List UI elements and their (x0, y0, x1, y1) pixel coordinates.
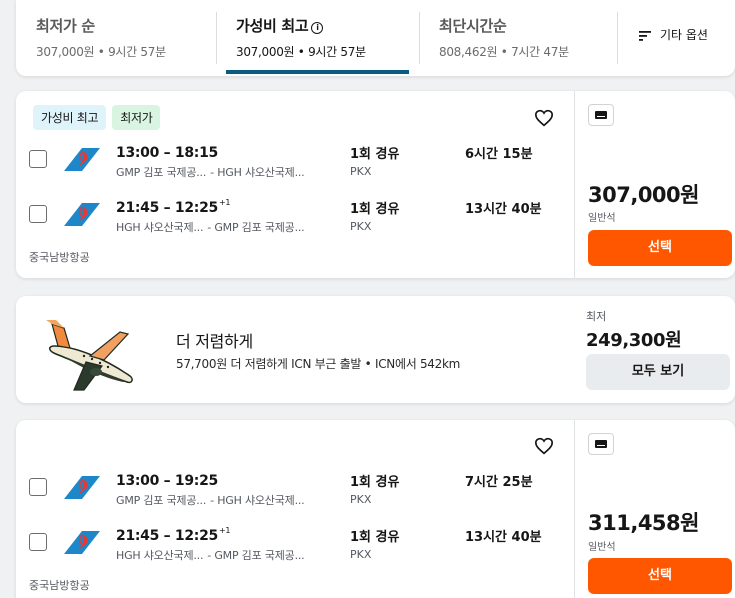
leg-duration: 6시간 15분 (465, 147, 533, 162)
flight-leg-return: 21:45 – 12:25+1 HGH 샤오산국제... - GMP 김포 국제공… (16, 196, 574, 246)
flight-leg-outbound: 13:00 – 18:15 GMP 김포 국제공... - HGH 샤오산국제..… (16, 141, 574, 191)
leg-via: PKX (350, 493, 372, 506)
see-all-button[interactable]: 모두 보기 (586, 354, 730, 390)
sort-tab-label: 최저가 순 (36, 17, 95, 35)
leg-time-range: 13:00 – 18:15 (116, 145, 218, 161)
destination-airport: - HGH 샤오산국제... (210, 166, 305, 179)
flight-leg-return: 21:45 – 12:25+1 HGH 샤오산국제... - GMP 김포 국제공… (16, 524, 574, 574)
more-options-button[interactable]: 기타 옵션 (638, 26, 708, 46)
sort-tab-summary: 808,462원 • 7시간 47분 (439, 43, 617, 60)
lowest-label: 최저 (586, 310, 607, 323)
sort-tab-summary: 307,000원 • 9시간 57분 (36, 43, 216, 60)
select-button[interactable]: 선택 (588, 558, 732, 594)
result-card[interactable]: 가성비 최고 최저가 13:00 – 18:15 GMP 김포 국제공... - H… (16, 91, 735, 278)
sort-bar: 최저가 순 307,000원 • 9시간 57분 가성비 최고 i 307,000… (16, 0, 735, 76)
airplane-illustration-icon (46, 320, 133, 391)
leg-airports: GMP 김포 국제공... - HGH 샤오산국제... (116, 164, 305, 180)
leg-times: 21:45 – 12:25+1 (116, 198, 230, 216)
cheaper-nearby-card[interactable]: 더 저렴하게 57,700원 더 저렴하게 ICN 부근 출발 • ICN에서 … (16, 296, 735, 403)
leg-time-range: 21:45 – 12:25 (116, 528, 218, 544)
select-button[interactable]: 선택 (588, 230, 732, 266)
cabin-class: 일반석 (588, 542, 616, 553)
divider (617, 12, 618, 64)
destination-airport: - HGH 샤오산국제... (210, 494, 305, 507)
price-tag-icon (588, 104, 614, 126)
sort-lines-icon (639, 31, 651, 41)
more-options-label: 기타 옵션 (660, 28, 708, 42)
destination-airport: - GMP 김포 국제공... (207, 221, 305, 234)
leg-via: PKX (350, 548, 372, 561)
leg-duration: 7시간 25분 (465, 475, 533, 490)
day-offset: +1 (218, 198, 231, 207)
leg-via: PKX (350, 165, 372, 178)
leg-duration: 13시간 40분 (465, 530, 542, 545)
airline-name: 중국남방항공 (29, 579, 90, 592)
heart-icon[interactable] (534, 109, 554, 127)
origin-airport: HGH 샤오산국제... (116, 221, 204, 234)
leg-airports: HGH 샤오산국제... - GMP 김포 국제공... (116, 219, 305, 235)
flight-leg-outbound: 13:00 – 19:25 GMP 김포 국제공... - HGH 샤오산국제..… (16, 469, 574, 519)
origin-airport: HGH 샤오산국제... (116, 549, 204, 562)
active-tab-indicator (226, 70, 409, 74)
badge-group: 가성비 최고 최저가 (33, 105, 166, 130)
lowest-price: 249,300원 (586, 330, 682, 351)
sort-tab-duration: 9시간 57분 (108, 45, 166, 59)
leg-time-range: 21:45 – 12:25 (116, 200, 218, 216)
leg-via: PKX (350, 220, 372, 233)
leg-stops: 1회 경유 (350, 475, 400, 490)
leg-airports: HGH 샤오산국제... - GMP 김포 국제공... (116, 547, 305, 563)
separator-dot: • (97, 45, 105, 59)
promo-subtitle: 57,700원 더 저렴하게 ICN 부근 출발 • ICN에서 542km (176, 357, 460, 371)
heart-icon[interactable] (534, 437, 554, 455)
price-panel: 307,000원 일반석 선택 (574, 91, 735, 278)
sort-tab-cheapest[interactable]: 최저가 순 307,000원 • 9시간 57분 (16, 0, 216, 76)
price-tag-icon (588, 433, 614, 455)
badge-best-value: 가성비 최고 (33, 105, 107, 130)
china-southern-logo-icon (64, 203, 100, 226)
leg-checkbox[interactable] (29, 205, 47, 223)
price: 311,458원 (588, 511, 699, 535)
price: 307,000원 (588, 183, 699, 207)
destination-airport: - GMP 김포 국제공... (207, 549, 305, 562)
sort-tab-duration: 7시간 47분 (511, 45, 569, 59)
leg-checkbox[interactable] (29, 478, 47, 496)
sort-tab-summary: 307,000원 • 9시간 57분 (236, 43, 419, 60)
sort-tab-duration: 9시간 57분 (308, 45, 366, 59)
leg-airports: GMP 김포 국제공... - HGH 샤오산국제... (116, 492, 305, 508)
leg-time-range: 13:00 – 19:25 (116, 473, 218, 489)
result-card[interactable]: 13:00 – 19:25 GMP 김포 국제공... - HGH 샤오산국제..… (16, 420, 735, 598)
cabin-class: 일반석 (588, 213, 616, 224)
promo-title: 더 저렴하게 (176, 332, 253, 351)
origin-airport: GMP 김포 국제공... (116, 166, 207, 179)
leg-stops: 1회 경유 (350, 202, 400, 217)
day-offset: +1 (218, 526, 231, 535)
sort-tab-price: 307,000원 (36, 45, 95, 59)
sort-tab-label-wrap: 가성비 최고 i (236, 15, 419, 36)
sort-tab-price: 307,000원 (236, 45, 295, 59)
leg-times: 13:00 – 18:15 (116, 143, 219, 161)
info-icon[interactable]: i (311, 22, 324, 34)
sort-tab-fastest[interactable]: 최단시간순 808,462원 • 7시간 47분 (419, 0, 617, 76)
leg-duration: 13시간 40분 (465, 202, 542, 217)
separator-dot: • (500, 45, 508, 59)
origin-airport: GMP 김포 국제공... (116, 494, 207, 507)
separator-dot: • (297, 45, 305, 59)
sort-tab-label: 가성비 최고 (236, 17, 309, 35)
sort-tab-best[interactable]: 가성비 최고 i 307,000원 • 9시간 57분 (216, 0, 419, 76)
leg-checkbox[interactable] (29, 533, 47, 551)
airline-name: 중국남방항공 (29, 251, 90, 264)
china-southern-logo-icon (64, 148, 100, 171)
leg-times: 13:00 – 19:25 (116, 471, 219, 489)
leg-times: 21:45 – 12:25+1 (116, 526, 230, 544)
price-panel: 311,458원 일반석 선택 (574, 420, 735, 598)
leg-stops: 1회 경유 (350, 147, 400, 162)
china-southern-logo-icon (64, 476, 100, 499)
sort-tab-label: 최단시간순 (439, 17, 507, 35)
leg-checkbox[interactable] (29, 150, 47, 168)
badge-cheapest: 최저가 (112, 105, 161, 130)
leg-stops: 1회 경유 (350, 530, 400, 545)
china-southern-logo-icon (64, 531, 100, 554)
sort-tab-price: 808,462원 (439, 45, 498, 59)
